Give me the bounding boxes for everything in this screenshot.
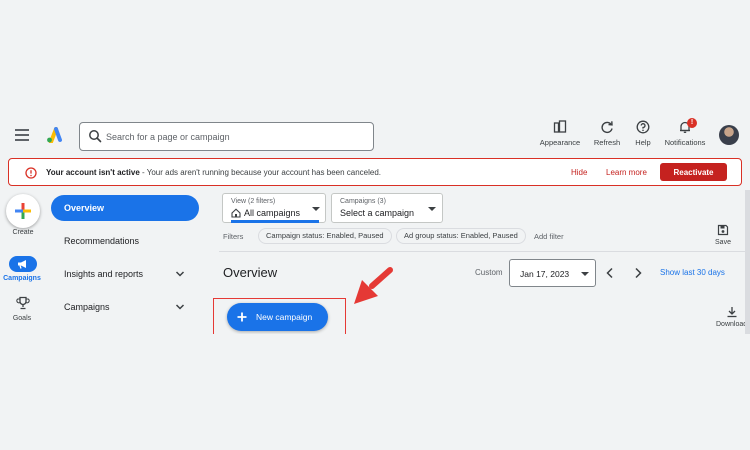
refresh-icon xyxy=(601,121,613,134)
dropdown-caret-icon xyxy=(312,207,320,211)
goals-label: Goals xyxy=(12,315,32,322)
refresh-label: Refresh xyxy=(593,138,621,147)
appearance-button[interactable]: Appearance xyxy=(538,120,582,150)
view-filter-caption: View (2 filters) xyxy=(231,198,276,205)
hide-alert-link[interactable]: Hide xyxy=(571,168,587,177)
alert-title: Your account isn't active xyxy=(46,168,140,177)
notifications-button[interactable]: ! Notifications xyxy=(660,118,710,150)
nav-item-overview[interactable]: Overview xyxy=(51,195,199,221)
nav-item-label: Recommendations xyxy=(64,236,140,246)
chevron-left-icon[interactable] xyxy=(604,267,616,279)
campaigns-filter-value: Select a campaign xyxy=(340,208,415,218)
nav-item-campaigns[interactable]: Campaigns xyxy=(51,294,199,320)
new-campaign-button[interactable]: New campaign xyxy=(227,303,328,331)
save-label: Save xyxy=(715,239,731,246)
reactivate-button[interactable]: Reactivate xyxy=(660,163,727,181)
save-button[interactable]: Save xyxy=(708,224,738,246)
page-title: Overview xyxy=(223,265,278,280)
nav-item-insights-and-reports[interactable]: Insights and reports xyxy=(51,261,199,287)
download-icon xyxy=(727,307,737,318)
campaigns-filter-caption: Campaigns (3) xyxy=(340,198,386,205)
date-range-type-label: Custom xyxy=(475,268,503,277)
nav-item-label: Overview xyxy=(64,203,105,213)
nav-item-recommendations[interactable]: Recommendations xyxy=(51,228,199,254)
search-box[interactable] xyxy=(79,122,374,151)
notification-badge: ! xyxy=(687,118,697,128)
plus-icon xyxy=(237,312,247,322)
error-icon xyxy=(25,167,37,179)
filters-label: Filters xyxy=(223,232,244,241)
refresh-button[interactable]: Refresh xyxy=(592,120,622,150)
create-button[interactable] xyxy=(6,194,40,228)
google-ads-logo-icon xyxy=(47,127,62,143)
trophy-icon[interactable] xyxy=(16,296,30,310)
view-filter-dropdown[interactable]: View (2 filters) All campaigns xyxy=(222,193,326,223)
colorful-plus-icon xyxy=(15,203,31,219)
nav-item-label: Insights and reports xyxy=(64,269,144,279)
google-ads-app: Appearance Refresh Help ! Notifi xyxy=(0,116,750,334)
ad-group-status-filter-chip[interactable]: Ad group status: Enabled, Paused xyxy=(396,228,526,244)
annotation-arrow-icon xyxy=(354,267,393,304)
nav-item-label: Campaigns xyxy=(64,302,110,312)
search-icon xyxy=(89,130,102,143)
vertical-scrollbar[interactable] xyxy=(745,190,750,334)
search-input[interactable] xyxy=(106,127,361,147)
alert-message: Your account isn't active - Your ads are… xyxy=(46,168,381,177)
date-range-value: Jan 17, 2023 xyxy=(520,269,570,279)
hamburger-menu-icon[interactable] xyxy=(15,129,29,141)
view-filter-value: All campaigns xyxy=(244,208,301,218)
date-range-dropdown[interactable]: Jan 17, 2023 xyxy=(509,259,596,287)
save-icon xyxy=(717,224,729,236)
rail-campaigns-button[interactable] xyxy=(9,256,37,272)
appearance-icon xyxy=(553,120,567,133)
megaphone-icon xyxy=(18,260,26,269)
account-inactive-alert: Your account isn't active - Your ads are… xyxy=(8,158,742,186)
alert-body: - Your ads aren't running because your a… xyxy=(139,168,382,177)
home-icon xyxy=(231,208,241,218)
content-divider xyxy=(219,251,750,252)
chevron-down-icon xyxy=(175,304,185,310)
learn-more-link[interactable]: Learn more xyxy=(606,168,647,177)
notifications-label: Notifications xyxy=(664,138,706,147)
create-label: Create xyxy=(12,229,34,236)
show-last-30-days-link[interactable]: Show last 30 days xyxy=(660,268,725,277)
help-label: Help xyxy=(635,138,651,147)
view-filter-underline xyxy=(231,220,319,223)
help-icon xyxy=(636,120,650,134)
appearance-label: Appearance xyxy=(539,138,581,147)
campaigns-filter-dropdown[interactable]: Campaigns (3) Select a campaign xyxy=(331,193,443,223)
dropdown-caret-icon xyxy=(428,207,436,211)
chevron-right-icon[interactable] xyxy=(632,267,644,279)
add-filter-button[interactable]: Add filter xyxy=(534,232,564,241)
new-campaign-label: New campaign xyxy=(256,312,313,322)
chevron-down-icon xyxy=(175,271,185,277)
account-avatar[interactable] xyxy=(719,125,739,145)
top-bar: Appearance Refresh Help ! Notifi xyxy=(0,116,750,156)
rail-campaigns-label: Campaigns xyxy=(3,275,41,282)
campaign-status-filter-chip[interactable]: Campaign status: Enabled, Paused xyxy=(258,228,392,244)
dropdown-caret-icon xyxy=(581,272,589,276)
help-button[interactable]: Help xyxy=(630,120,656,150)
